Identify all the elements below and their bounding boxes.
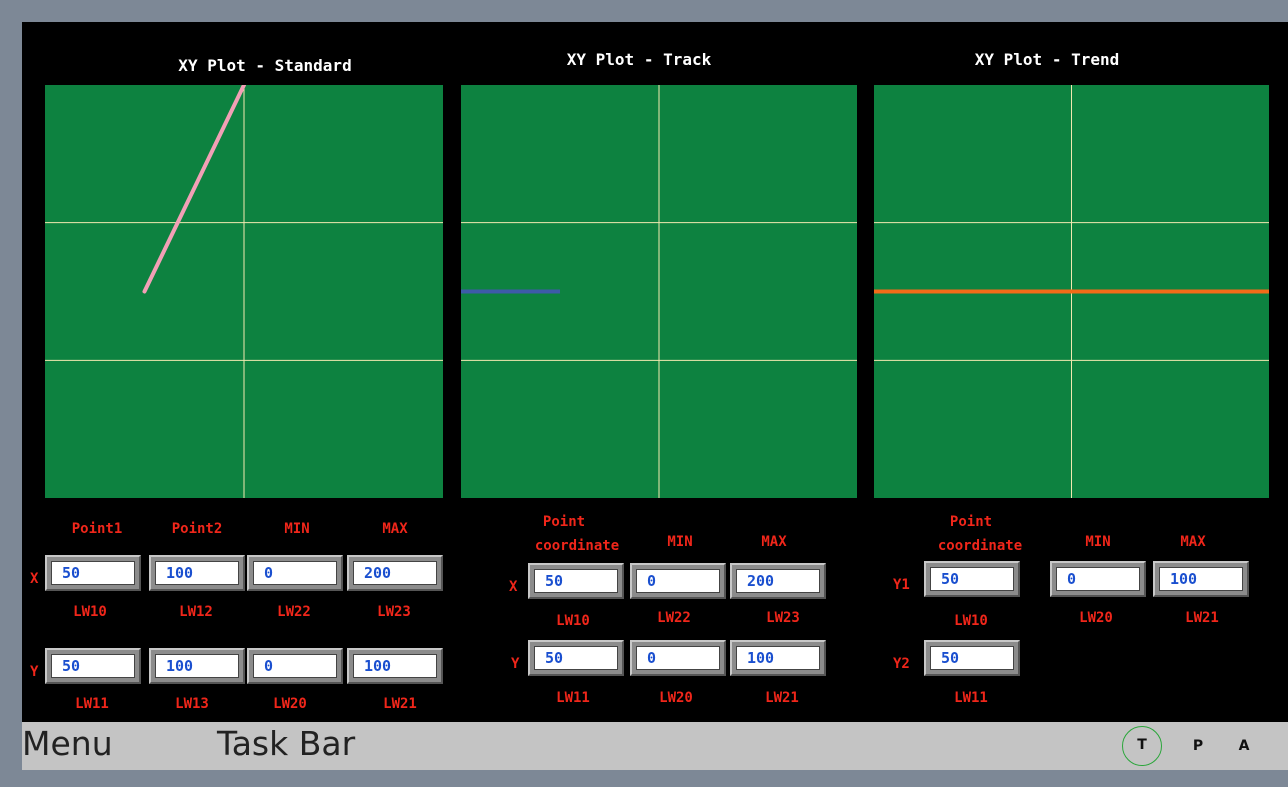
trend-max-input[interactable] <box>1159 567 1243 591</box>
standard-series-line <box>142 85 246 294</box>
trend-y1-tag: LW10 <box>954 613 988 629</box>
trend-header-min: MIN <box>1085 534 1111 550</box>
standard-y-point1-tag: LW11 <box>75 696 109 712</box>
standard-x-max-input[interactable] <box>353 561 437 585</box>
trend-max-tag: LW21 <box>1185 610 1219 626</box>
track-plot-svg <box>461 85 857 498</box>
trend-min-tag: LW20 <box>1079 610 1113 626</box>
track-y-point-input[interactable] <box>534 646 618 670</box>
track-x-max-box <box>730 563 826 599</box>
task-bar: Menu Task Bar T P A <box>22 722 1288 770</box>
track-x-max-tag: LW23 <box>766 610 800 626</box>
trend-min-input[interactable] <box>1056 567 1140 591</box>
trend-max-box <box>1153 561 1249 597</box>
standard-y-axis-label: Y <box>30 664 39 680</box>
track-plot-title: XY Plot - Track <box>566 50 712 69</box>
standard-header-max: MAX <box>382 521 408 537</box>
standard-y-max-input[interactable] <box>353 654 437 678</box>
standard-x-min-tag: LW22 <box>277 604 311 620</box>
track-y-max-box <box>730 640 826 676</box>
task-bar-label: Task Bar <box>217 724 356 763</box>
track-x-min-box <box>630 563 726 599</box>
standard-y-max-tag: LW21 <box>383 696 417 712</box>
track-y-min-tag: LW20 <box>659 690 693 706</box>
standard-y-point2-input[interactable] <box>155 654 239 678</box>
standard-header-min: MIN <box>284 521 310 537</box>
trend-y2-point-input[interactable] <box>930 646 1014 670</box>
standard-x-min-input[interactable] <box>253 561 337 585</box>
standard-y-min-tag: LW20 <box>273 696 307 712</box>
standard-y-min-box <box>247 648 343 684</box>
standard-y-point1-input[interactable] <box>51 654 135 678</box>
standard-header-point1: Point1 <box>71 521 123 537</box>
track-x-point-input[interactable] <box>534 569 618 593</box>
standard-y-point2-tag: LW13 <box>175 696 209 712</box>
track-header-point-line2: coordinate <box>534 538 620 554</box>
track-x-min-input[interactable] <box>636 569 720 593</box>
standard-x-point1-tag: LW10 <box>73 604 107 620</box>
standard-y-max-box <box>347 648 443 684</box>
track-x-max-input[interactable] <box>736 569 820 593</box>
standard-header-point2: Point2 <box>171 521 223 537</box>
trend-min-box <box>1050 561 1146 597</box>
menu-button[interactable]: Menu <box>22 722 113 766</box>
track-y-max-input[interactable] <box>736 646 820 670</box>
track-xy-plot <box>461 85 857 498</box>
standard-y-point1-box <box>45 648 141 684</box>
standard-x-max-box <box>347 555 443 591</box>
trend-plot-svg <box>874 85 1269 498</box>
trend-y1-point-box <box>924 561 1020 597</box>
standard-xy-plot <box>45 85 443 498</box>
standard-plot-title: XY Plot - Standard <box>178 56 352 75</box>
taskbar-a-button[interactable]: A <box>1224 726 1264 766</box>
standard-plot-svg <box>45 85 443 498</box>
hmi-screen: XY Plot - Standard XY Plot - Track XY Pl… <box>22 22 1288 722</box>
track-header-point-line1: Point <box>542 514 586 530</box>
track-y-point-tag: LW11 <box>556 690 590 706</box>
track-x-min-tag: LW22 <box>657 610 691 626</box>
track-header-min: MIN <box>667 534 693 550</box>
trend-xy-plot <box>874 85 1269 498</box>
trend-y1-point-input[interactable] <box>930 567 1014 591</box>
trend-header-max: MAX <box>1180 534 1206 550</box>
trend-y2-label: Y2 <box>893 656 910 672</box>
track-y-point-box <box>528 640 624 676</box>
track-y-min-input[interactable] <box>636 646 720 670</box>
track-x-axis-label: X <box>509 579 518 595</box>
standard-x-point2-tag: LW12 <box>179 604 213 620</box>
trend-header-point-line2: coordinate <box>937 538 1023 554</box>
track-header-max: MAX <box>761 534 787 550</box>
trend-header-point-line1: Point <box>949 514 993 530</box>
track-y-max-tag: LW21 <box>765 690 799 706</box>
track-y-axis-label: Y <box>511 656 520 672</box>
taskbar-t-button[interactable]: T <box>1122 726 1162 766</box>
trend-y2-point-box <box>924 640 1020 676</box>
standard-y-min-input[interactable] <box>253 654 337 678</box>
standard-x-point2-box <box>149 555 245 591</box>
trend-plot-title: XY Plot - Trend <box>974 50 1120 69</box>
track-x-point-box <box>528 563 624 599</box>
standard-x-point2-input[interactable] <box>155 561 239 585</box>
standard-x-min-box <box>247 555 343 591</box>
track-y-min-box <box>630 640 726 676</box>
standard-x-point1-input[interactable] <box>51 561 135 585</box>
standard-x-point1-box <box>45 555 141 591</box>
trend-y1-label: Y1 <box>893 577 910 593</box>
taskbar-p-button[interactable]: P <box>1178 726 1218 766</box>
track-x-point-tag: LW10 <box>556 613 590 629</box>
standard-y-point2-box <box>149 648 245 684</box>
standard-x-max-tag: LW23 <box>377 604 411 620</box>
standard-x-axis-label: X <box>30 571 39 587</box>
trend-y2-tag: LW11 <box>954 690 988 706</box>
